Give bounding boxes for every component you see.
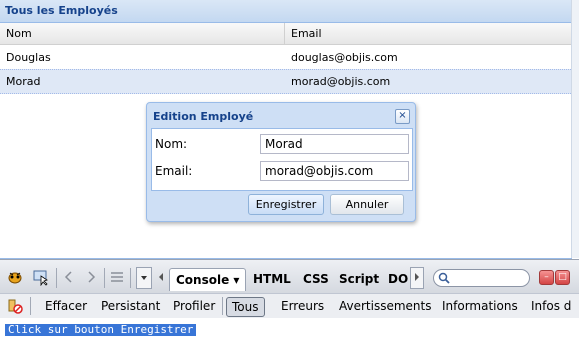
table-row-selected[interactable]: Morad morad@objis.com (0, 69, 571, 94)
separator (104, 268, 105, 288)
filter-warnings-button[interactable]: Avertissements (339, 297, 431, 315)
grid-title: Tous les Employés (5, 4, 118, 17)
back-icon[interactable] (60, 268, 78, 286)
vertical-scrollbar[interactable] (571, 0, 579, 258)
filter-info-button[interactable]: Informations (442, 297, 518, 315)
dialog-form: Nom: Morad Email: morad@objis.com (151, 128, 413, 191)
console-output: Click sur bouton Enregistrer (0, 318, 579, 346)
filter-all-button[interactable]: Tous (226, 297, 265, 317)
cell-email: douglas@objis.com (291, 51, 398, 64)
clear-button[interactable]: Effacer (45, 297, 87, 315)
persist-button[interactable]: Persistant (101, 297, 160, 315)
nom-field[interactable]: Morad (260, 134, 409, 154)
table-row[interactable]: Douglas douglas@objis.com (0, 46, 571, 70)
separator (56, 268, 57, 288)
nom-label: Nom: (155, 137, 188, 151)
tab-dom[interactable]: DO (388, 268, 408, 290)
email-field[interactable]: morad@objis.com (260, 161, 409, 181)
column-header-nom[interactable]: Nom (0, 23, 285, 45)
console-subtoolbar: Effacer Persistant Profiler Tous Erreurs… (0, 293, 579, 319)
separator (30, 297, 31, 315)
tab-script[interactable]: Script (339, 268, 379, 290)
close-icon[interactable]: × (395, 109, 410, 124)
column-header-email[interactable]: Email (285, 23, 571, 45)
firebug-toolbar: Console ▾ HTML CSS Script DO – □ (0, 259, 579, 294)
detach-icon[interactable]: □ (555, 270, 570, 285)
minimize-icon[interactable]: – (539, 270, 554, 285)
cell-nom: Morad (6, 75, 41, 88)
separator (222, 297, 223, 315)
tab-css[interactable]: CSS (303, 268, 329, 290)
console-log-line[interactable]: Click sur bouton Enregistrer (5, 324, 197, 336)
edit-employee-dialog: Edition Employé × Nom: Morad Email: mora… (146, 102, 416, 222)
cell-email: morad@objis.com (291, 75, 391, 88)
search-input[interactable] (433, 269, 530, 287)
grid-header: Tous les Employés (0, 0, 571, 23)
tab-html[interactable]: HTML (253, 268, 291, 290)
firebug-icon[interactable] (6, 268, 24, 286)
search-icon (438, 272, 450, 284)
inspect-icon[interactable] (32, 268, 50, 287)
filter-debug-button[interactable]: Infos d (531, 297, 571, 315)
clear-console-icon[interactable] (6, 297, 24, 315)
tab-console[interactable]: Console ▾ (169, 268, 247, 291)
email-label: Email: (155, 164, 193, 178)
forward-icon[interactable] (82, 268, 100, 286)
tab-scroll-right-icon[interactable] (410, 267, 424, 289)
dialog-title: Edition Employé (153, 110, 254, 123)
separator (130, 268, 131, 288)
dropdown-icon[interactable] (136, 267, 152, 289)
tab-scroll-left-icon[interactable] (156, 268, 166, 286)
profiler-button[interactable]: Profiler (173, 297, 215, 315)
cancel-button[interactable]: Annuler (330, 194, 404, 215)
save-button[interactable]: Enregistrer (248, 194, 324, 215)
cell-nom: Douglas (6, 51, 51, 64)
filter-errors-button[interactable]: Erreurs (281, 297, 324, 315)
list-icon[interactable] (108, 268, 126, 286)
